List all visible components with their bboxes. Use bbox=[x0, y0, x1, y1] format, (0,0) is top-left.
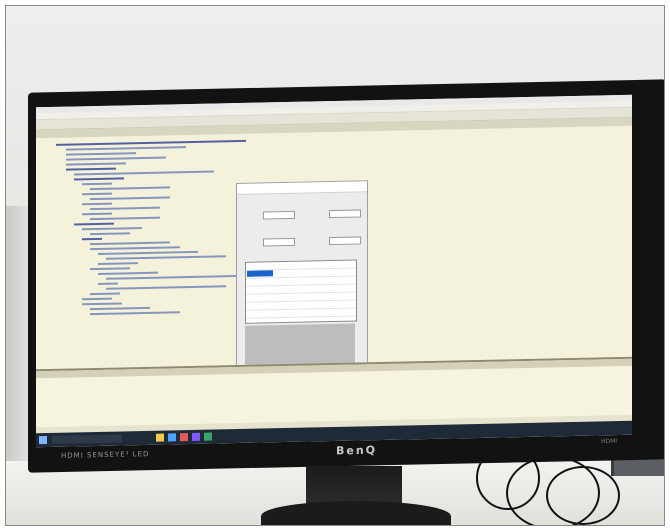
selected-cell bbox=[247, 270, 273, 277]
dialog-input-1[interactable] bbox=[263, 210, 295, 220]
data-grid[interactable] bbox=[245, 259, 357, 327]
monitor-screen bbox=[36, 94, 632, 448]
app-icon[interactable] bbox=[180, 433, 188, 442]
dialog-input-3[interactable] bbox=[263, 237, 295, 247]
dialog-titlebar bbox=[237, 181, 367, 196]
monitor-brand-logo: BenQ bbox=[336, 443, 378, 458]
edge-icon[interactable] bbox=[168, 433, 176, 442]
taskbar-search[interactable] bbox=[52, 434, 122, 444]
monitor-side-label: HDMI bbox=[601, 437, 618, 446]
folder-icon[interactable] bbox=[156, 433, 164, 442]
cable bbox=[546, 466, 620, 525]
vs-icon[interactable] bbox=[192, 432, 200, 441]
app-icon-2[interactable] bbox=[204, 432, 212, 441]
monitor-stand-base bbox=[261, 501, 451, 525]
start-icon[interactable] bbox=[39, 436, 47, 445]
photo-frame: HDMI SENSEYE³ LED BenQ HDMI bbox=[5, 5, 665, 526]
dialog-input-2[interactable] bbox=[329, 209, 361, 219]
dialog-input-4[interactable] bbox=[329, 236, 361, 246]
